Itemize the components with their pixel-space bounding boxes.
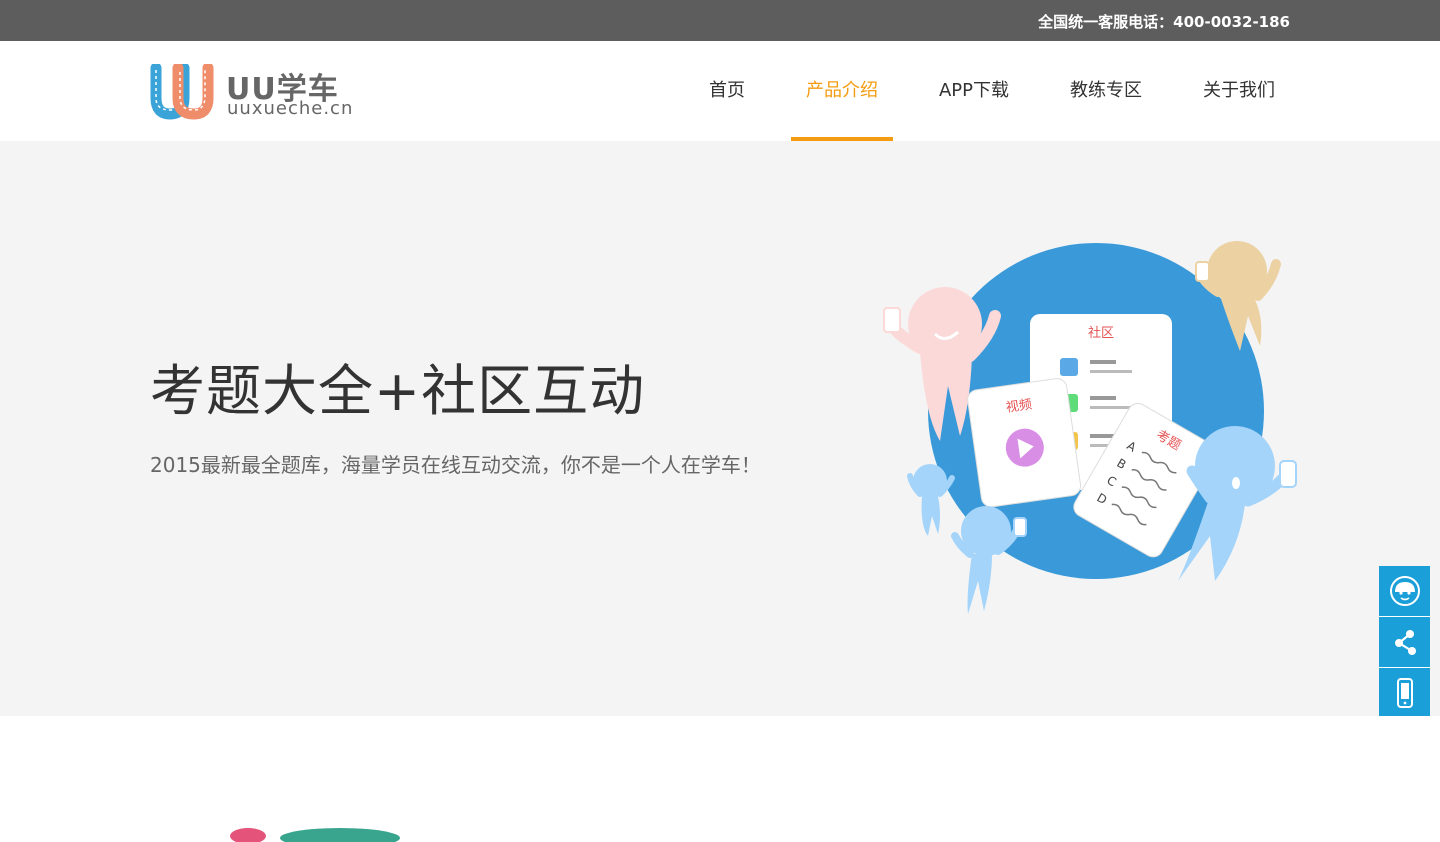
share-icon [1394,630,1416,655]
next-section [0,716,1440,842]
customer-hotline: 全国统一客服电话：400-0032-186 [1038,13,1290,31]
logo-domain: uuxueche.cn [227,98,354,119]
hero-banner: 考题大全+社区互动 2015最新最全题库，海量学员在线互动交流，你不是一个人在学… [0,141,1440,716]
customer-service-button[interactable] [1379,566,1430,617]
blue-figure-small [907,464,955,536]
hero-illustration: 社区 视频 考题 A B C D [883,241,1297,614]
uu-logo-icon [150,64,214,120]
nav-products[interactable]: 产品介绍 [790,41,893,141]
hero-title: 考题大全+社区互动 [150,359,646,423]
nav-home[interactable]: 首页 [694,41,760,141]
site-logo[interactable]: UU学车 uuxueche.cn [150,64,354,120]
nav-about-us[interactable]: 关于我们 [1188,41,1290,141]
share-button[interactable] [1379,617,1430,668]
nav-app-download[interactable]: APP下载 [924,41,1024,141]
blue-figure-bottom [951,506,1027,614]
mobile-app-button[interactable] [1379,668,1430,719]
section-illustration-peek [230,828,400,842]
video-card: 视频 [967,378,1082,508]
mobile-icon [1396,678,1413,708]
side-toolbar [1379,566,1430,719]
main-nav: 首页 产品介绍 APP下载 教练专区 关于我们 [663,41,1290,141]
hero-subtitle: 2015最新最全题库，海量学员在线互动交流，你不是一个人在学车！ [150,453,761,477]
site-header: UU学车 uuxueche.cn 首页 产品介绍 APP下载 教练专区 关于我们 [0,41,1440,141]
card-community-label: 社区 [1088,325,1114,341]
top-bar: 全国统一客服电话：400-0032-186 [0,0,1440,41]
nav-coach-zone[interactable]: 教练专区 [1055,41,1157,141]
customer-service-icon [1389,576,1420,606]
